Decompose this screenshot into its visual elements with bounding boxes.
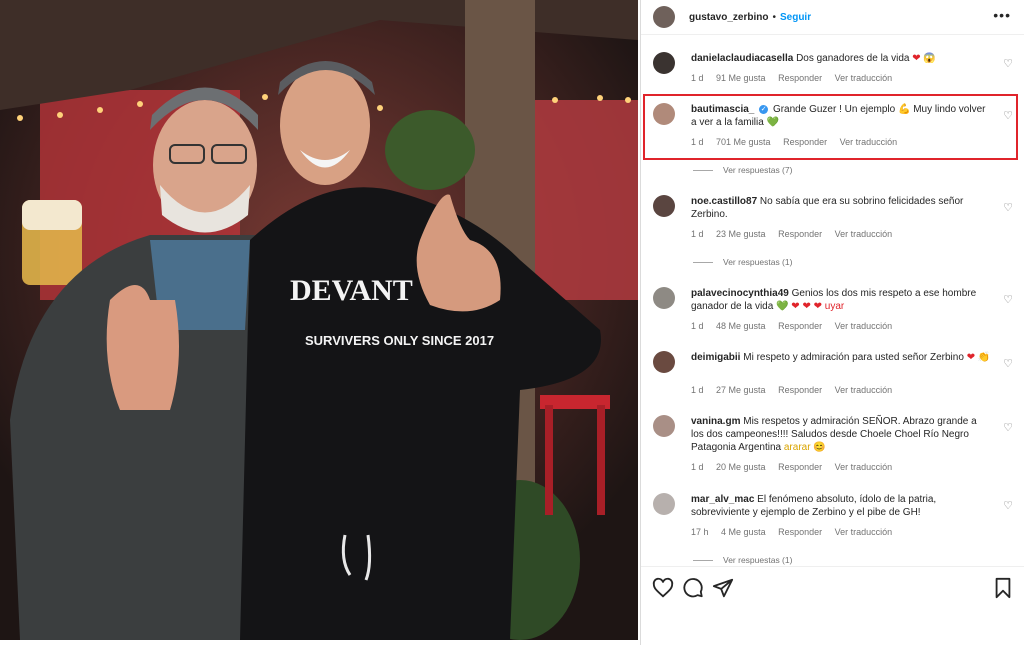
replies-divider bbox=[693, 261, 713, 263]
comment-time: 1 d bbox=[691, 73, 704, 83]
comment-username[interactable]: deimigabii bbox=[691, 352, 740, 363]
comment-like-heart-icon[interactable]: ♡ bbox=[1003, 421, 1013, 434]
share-icon[interactable] bbox=[712, 577, 734, 599]
post-action-bar bbox=[641, 566, 1024, 611]
follow-button[interactable]: Seguir bbox=[780, 12, 811, 23]
author-avatar[interactable] bbox=[653, 6, 675, 28]
comment-time: 1 d bbox=[691, 137, 704, 147]
reply-button[interactable]: Responder bbox=[778, 385, 822, 395]
comment-username[interactable]: palavecinocynthia49 bbox=[691, 288, 789, 299]
translate-button[interactable]: Ver traducción bbox=[835, 321, 893, 331]
comment-likes[interactable]: 4 Me gusta bbox=[721, 527, 766, 537]
view-replies-label[interactable]: Ver respuestas (1) bbox=[723, 257, 792, 267]
comment-meta: 1 d 91 Me gusta Responder Ver traducción bbox=[691, 73, 902, 83]
comment-meta: 1 d 701 Me gusta Responder Ver traducció… bbox=[691, 137, 907, 147]
bookmark-icon[interactable] bbox=[992, 577, 1014, 599]
comment-time: 1 d bbox=[691, 462, 704, 472]
reply-button[interactable]: Responder bbox=[783, 137, 827, 147]
comment-avatar[interactable] bbox=[653, 195, 675, 217]
comment-likes[interactable]: 91 Me gusta bbox=[716, 73, 766, 83]
comment-text-block: danielaclaudiacasella Dos ganadores de l… bbox=[691, 52, 991, 65]
comment-text-block: noe.castillo87 No sabía que era su sobri… bbox=[691, 195, 991, 221]
comment-meta: 1 d 20 Me gusta Responder Ver traducción bbox=[691, 462, 902, 472]
comment-like-heart-icon[interactable]: ♡ bbox=[1003, 293, 1013, 306]
separator-dot: • bbox=[772, 11, 776, 23]
comment-likes[interactable]: 701 Me gusta bbox=[716, 137, 771, 147]
comment-likes[interactable]: 20 Me gusta bbox=[716, 462, 766, 472]
comment-time: 1 d bbox=[691, 321, 704, 331]
reply-button[interactable]: Responder bbox=[778, 462, 822, 472]
comment-meta: 17 h 4 Me gusta Responder Ver traducción bbox=[691, 527, 902, 537]
comment-username[interactable]: bautimascia_ bbox=[691, 104, 754, 115]
comment-text-block: mar_alv_mac El fenómeno absoluto, ídolo … bbox=[691, 493, 991, 519]
comment-avatar[interactable] bbox=[653, 351, 675, 373]
comment-avatar[interactable] bbox=[653, 103, 675, 125]
comment-avatar[interactable] bbox=[653, 287, 675, 309]
comment-body: Mi respeto y admiración para usted señor… bbox=[743, 352, 964, 363]
comment-username[interactable]: vanina.gm bbox=[691, 416, 740, 427]
view-replies-button[interactable]: Ver respuestas (1) bbox=[693, 555, 792, 565]
comment-emoji: 💚 bbox=[766, 117, 780, 128]
comment-text-block: vanina.gm Mis respetos y admiración SEÑO… bbox=[691, 415, 991, 454]
replies-divider bbox=[693, 169, 713, 171]
comment-time: 1 d bbox=[691, 385, 704, 395]
comment-likes[interactable]: 27 Me gusta bbox=[716, 385, 766, 395]
verified-badge-icon: ✓ bbox=[759, 104, 769, 114]
shirt-subtext: SURVIVERS ONLY SINCE 2017 bbox=[305, 333, 494, 348]
comment-likes[interactable]: 48 Me gusta bbox=[716, 321, 766, 331]
comment-icon[interactable] bbox=[682, 577, 704, 599]
post-header: gustavo_zerbino • Seguir ••• bbox=[641, 0, 1024, 35]
post-photo: DEVANT SURVIVERS ONLY SINCE 2017 bbox=[0, 0, 638, 640]
translate-button[interactable]: Ver traducción bbox=[835, 527, 893, 537]
reply-button[interactable]: Responder bbox=[778, 73, 822, 83]
comment-emoji: ararar 😊 bbox=[783, 442, 826, 453]
comment-likes[interactable]: 23 Me gusta bbox=[716, 229, 766, 239]
comment-emoji: ❤ 😱 bbox=[912, 53, 936, 64]
comment-time: 1 d bbox=[691, 229, 704, 239]
translate-button[interactable]: Ver traducción bbox=[835, 229, 893, 239]
post-photo-illustration: DEVANT SURVIVERS ONLY SINCE 2017 bbox=[0, 0, 638, 640]
view-replies-label[interactable]: Ver respuestas (7) bbox=[723, 165, 792, 175]
replies-divider bbox=[693, 559, 713, 561]
comment-username[interactable]: danielaclaudiacasella bbox=[691, 53, 793, 64]
comment-like-heart-icon[interactable]: ♡ bbox=[1003, 499, 1013, 512]
comment-body: Dos ganadores de la vida bbox=[796, 53, 910, 64]
comment-username[interactable]: mar_alv_mac bbox=[691, 494, 754, 505]
author-username[interactable]: gustavo_zerbino bbox=[689, 12, 768, 23]
comment-like-heart-icon[interactable]: ♡ bbox=[1003, 201, 1013, 214]
comment-avatar[interactable] bbox=[653, 52, 675, 74]
comment-avatar[interactable] bbox=[653, 415, 675, 437]
comment-text-block: palavecinocynthia49 Genios los dos mis r… bbox=[691, 287, 991, 313]
heart-icon[interactable] bbox=[652, 577, 674, 599]
comment-text-block: bautimascia_ ✓ Grande Guzer ! Un ejemplo… bbox=[691, 103, 991, 129]
translate-button[interactable]: Ver traducción bbox=[840, 137, 898, 147]
comment-like-heart-icon[interactable]: ♡ bbox=[1003, 109, 1013, 122]
reply-button[interactable]: Responder bbox=[778, 321, 822, 331]
reply-button[interactable]: Responder bbox=[778, 229, 822, 239]
comment-like-heart-icon[interactable]: ♡ bbox=[1003, 57, 1013, 70]
comment-emoji: 💚 ❤ ❤ ❤ uyar bbox=[776, 301, 845, 312]
view-replies-button[interactable]: Ver respuestas (1) bbox=[693, 257, 792, 267]
translate-button[interactable]: Ver traducción bbox=[835, 73, 893, 83]
comment-text-block: deimigabii Mi respeto y admiración para … bbox=[691, 351, 991, 364]
view-replies-label[interactable]: Ver respuestas (1) bbox=[723, 555, 792, 565]
comment-meta: 1 d 23 Me gusta Responder Ver traducción bbox=[691, 229, 902, 239]
comment-time: 17 h bbox=[691, 527, 709, 537]
shirt-text: DEVANT bbox=[290, 274, 413, 307]
more-options-icon[interactable]: ••• bbox=[993, 7, 1011, 23]
view-replies-button[interactable]: Ver respuestas (7) bbox=[693, 165, 792, 175]
translate-button[interactable]: Ver traducción bbox=[835, 462, 893, 472]
comment-emoji: ❤ 👏 bbox=[966, 352, 991, 363]
comments-panel: gustavo_zerbino • Seguir ••• danielaclau… bbox=[640, 0, 1024, 645]
comment-avatar[interactable] bbox=[653, 493, 675, 515]
comment-meta: 1 d 27 Me gusta Responder Ver traducción bbox=[691, 385, 902, 395]
comment-like-heart-icon[interactable]: ♡ bbox=[1003, 357, 1013, 370]
reply-button[interactable]: Responder bbox=[778, 527, 822, 537]
translate-button[interactable]: Ver traducción bbox=[835, 385, 893, 395]
comment-username[interactable]: noe.castillo87 bbox=[691, 196, 757, 207]
comment-meta: 1 d 48 Me gusta Responder Ver traducción bbox=[691, 321, 902, 331]
